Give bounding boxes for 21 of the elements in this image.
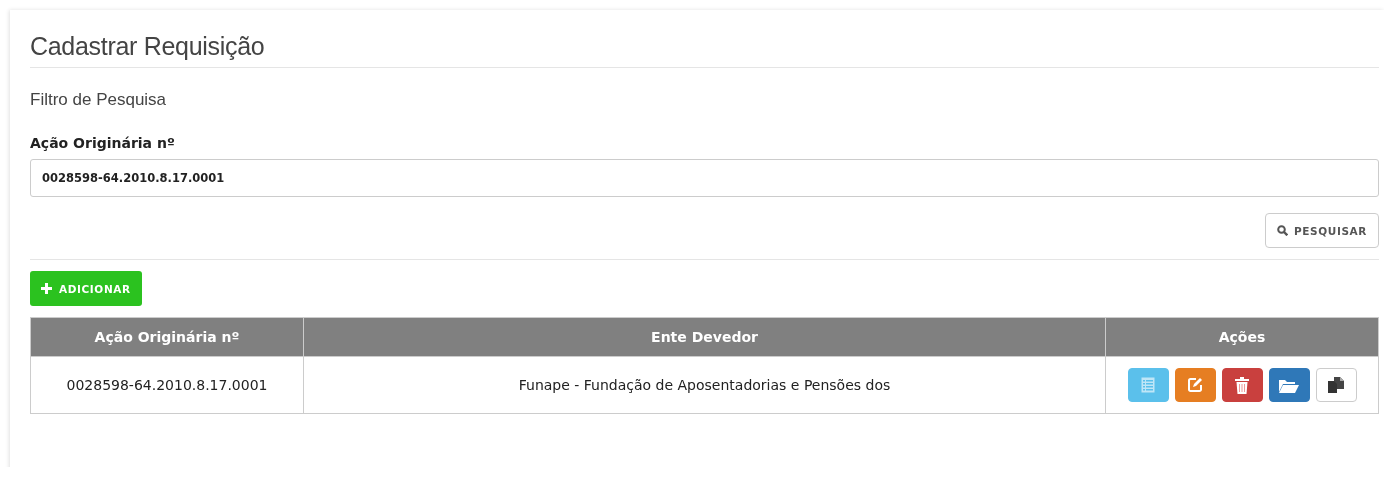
folder-button[interactable] <box>1268 368 1310 402</box>
plus-icon <box>41 283 52 294</box>
section-heading: Filtro de Pesquisa <box>30 90 167 110</box>
input-field[interactable]: 0028598-64.2010.8.17.0001 <box>30 159 1379 197</box>
page-title: Cadastrar Requisição <box>30 32 1379 68</box>
edit-button[interactable] <box>1174 368 1216 402</box>
column-header: Ente Devedor <box>303 317 1106 357</box>
column-header: Ação Originária nº <box>30 317 304 357</box>
trash-button[interactable] <box>1221 368 1263 402</box>
copy-button[interactable] <box>1315 368 1357 402</box>
table-cell: 0028598-64.2010.8.17.0001 <box>30 356 304 414</box>
edit-icon <box>1187 377 1203 393</box>
search-button[interactable]: PESQUISAR <box>1265 213 1379 248</box>
copy-icon <box>1328 377 1344 393</box>
search-icon <box>1277 225 1289 236</box>
list-icon <box>1141 377 1155 393</box>
field-label: Ação Originária nº <box>30 135 175 151</box>
trash-icon <box>1235 376 1249 394</box>
folder-icon <box>1279 377 1299 393</box>
table-cell: Funape - Fundação de Aposentadorias e Pensões dos <box>303 356 1106 414</box>
column-header: Ações <box>1105 317 1379 357</box>
